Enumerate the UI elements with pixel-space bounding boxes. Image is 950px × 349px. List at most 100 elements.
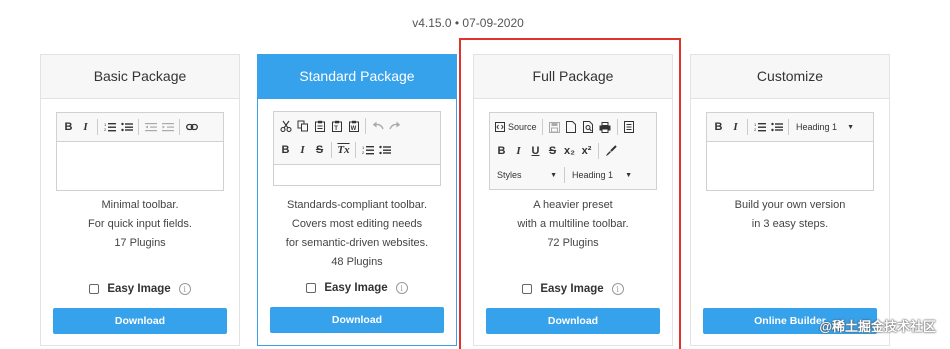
toolbar-separator bbox=[747, 119, 748, 135]
paste-text-icon: T bbox=[328, 116, 345, 136]
styles-dropdown: Styles ▼ bbox=[493, 166, 561, 184]
heading-label: Heading 1 bbox=[572, 170, 614, 180]
customize-title: Customize bbox=[691, 55, 889, 99]
styles-label: Styles bbox=[497, 170, 522, 180]
full-toolbar: Source B I U S x₂ x² Styles ▼ Heading 1 … bbox=[490, 113, 656, 189]
source-icon bbox=[495, 122, 505, 132]
heading-label: Heading 1 bbox=[796, 122, 838, 132]
standard-package-title: Standard Package bbox=[258, 55, 456, 99]
desc-line: in 3 easy steps. bbox=[751, 218, 829, 230]
numbered-list-icon: 12 bbox=[101, 117, 118, 137]
desc-line: Minimal toolbar. bbox=[101, 199, 179, 211]
strikethrough-button: S bbox=[548, 145, 557, 157]
full-package-title: Full Package bbox=[474, 55, 672, 99]
info-icon[interactable]: i bbox=[611, 283, 624, 295]
strikethrough-button: S bbox=[315, 144, 324, 156]
toolbar-separator bbox=[598, 143, 599, 159]
bold-button: B bbox=[714, 121, 723, 133]
plugin-count: 72 Plugins bbox=[547, 237, 599, 249]
source-button: Source bbox=[493, 117, 539, 137]
toolbar-separator bbox=[97, 119, 98, 135]
info-icon[interactable]: i bbox=[178, 283, 191, 295]
preview-icon bbox=[580, 117, 597, 137]
bulleted-list-icon bbox=[118, 117, 135, 137]
bold-button: B bbox=[497, 145, 506, 157]
copy-format-icon bbox=[602, 141, 619, 161]
easy-image-label: Easy Image bbox=[540, 283, 604, 295]
chevron-down-icon: ▼ bbox=[550, 171, 557, 179]
toolbar-separator bbox=[564, 167, 565, 183]
copy-icon bbox=[294, 116, 311, 136]
full-download-button[interactable]: Download bbox=[486, 308, 660, 334]
format-dropdown: Heading 1 ▼ bbox=[792, 118, 858, 136]
italic-button: I bbox=[300, 144, 305, 156]
basic-editor-preview: B I 12 bbox=[56, 112, 224, 191]
bulleted-list-icon bbox=[376, 140, 393, 160]
toolbar-separator bbox=[365, 118, 366, 134]
easy-image-option: Easy Image i bbox=[258, 282, 456, 294]
standard-download-button[interactable]: Download bbox=[270, 307, 444, 333]
basic-package-title: Basic Package bbox=[41, 55, 239, 99]
bulleted-list-icon bbox=[768, 117, 785, 137]
svg-text:2: 2 bbox=[362, 150, 365, 155]
source-label: Source bbox=[508, 122, 537, 132]
print-icon bbox=[597, 117, 614, 137]
basic-package-card: Basic Package B I 12 Minimal toolbar. Fo… bbox=[40, 54, 240, 346]
basic-description: Minimal toolbar. For quick input fields.… bbox=[41, 196, 239, 253]
save-icon bbox=[546, 117, 563, 137]
custom-editor-preview: B I 12 Heading 1 ▼ bbox=[706, 112, 874, 191]
underline-button: U bbox=[531, 145, 540, 157]
toolbar-separator bbox=[616, 119, 618, 135]
remove-format-button: Tx bbox=[337, 144, 350, 156]
desc-line: A heavier preset bbox=[533, 199, 613, 211]
full-editor-preview: Source B I U S x₂ x² Styles ▼ Heading 1 … bbox=[489, 112, 657, 190]
format-dropdown: Heading 1 ▼ bbox=[568, 166, 636, 184]
toolbar-separator bbox=[355, 142, 356, 158]
chevron-down-icon: ▼ bbox=[625, 171, 632, 179]
custom-toolbar: B I 12 Heading 1 ▼ bbox=[707, 113, 873, 142]
link-icon bbox=[183, 117, 200, 137]
desc-line: with a multiline toolbar. bbox=[517, 218, 629, 230]
desc-line: For quick input fields. bbox=[88, 218, 192, 230]
svg-text:2: 2 bbox=[754, 127, 757, 132]
plugin-count: 48 Plugins bbox=[331, 256, 383, 268]
subscript-button: x₂ bbox=[563, 145, 575, 157]
redo-icon bbox=[386, 116, 403, 136]
paste-word-icon: W bbox=[345, 116, 362, 136]
basic-download-button[interactable]: Download bbox=[53, 308, 227, 334]
toolbar-separator bbox=[179, 119, 180, 135]
standard-description: Standards-compliant toolbar. Covers most… bbox=[258, 196, 456, 272]
easy-image-checkbox[interactable] bbox=[306, 283, 317, 293]
svg-text:W: W bbox=[350, 126, 356, 132]
easy-image-checkbox[interactable] bbox=[522, 284, 533, 294]
plugin-count: 17 Plugins bbox=[114, 237, 166, 249]
info-icon[interactable]: i bbox=[395, 282, 408, 294]
toolbar-separator bbox=[138, 119, 139, 135]
easy-image-label: Easy Image bbox=[324, 282, 388, 294]
easy-image-option: Easy Image i bbox=[474, 283, 672, 295]
numbered-list-icon: 12 bbox=[751, 117, 768, 137]
bold-button: B bbox=[281, 144, 290, 156]
watermark: @稀土掘金技术社区 bbox=[819, 319, 936, 334]
editor-content-area bbox=[274, 165, 440, 185]
templates-icon bbox=[621, 117, 638, 137]
undo-icon bbox=[369, 116, 386, 136]
desc-line: Covers most editing needs bbox=[291, 218, 423, 230]
easy-image-label: Easy Image bbox=[107, 283, 171, 295]
svg-text:2: 2 bbox=[104, 127, 107, 132]
toolbar-separator bbox=[541, 119, 543, 135]
toolbar-separator bbox=[788, 119, 789, 135]
standard-editor-preview: T W B I S Tx 12 bbox=[273, 111, 441, 186]
desc-line: Standards-compliant toolbar. bbox=[286, 199, 428, 211]
toolbar-separator bbox=[331, 142, 332, 158]
basic-toolbar: B I 12 bbox=[57, 113, 223, 142]
full-description: A heavier preset with a multiline toolba… bbox=[474, 196, 672, 253]
desc-line: Build your own version bbox=[734, 199, 846, 211]
desc-line: for semantic-driven websites. bbox=[285, 237, 429, 249]
paste-icon bbox=[311, 116, 328, 136]
new-page-icon bbox=[563, 117, 580, 137]
numbered-list-icon: 12 bbox=[359, 140, 376, 160]
editor-content-area bbox=[707, 142, 873, 190]
easy-image-checkbox[interactable] bbox=[89, 284, 100, 294]
bold-button: B bbox=[64, 121, 73, 133]
